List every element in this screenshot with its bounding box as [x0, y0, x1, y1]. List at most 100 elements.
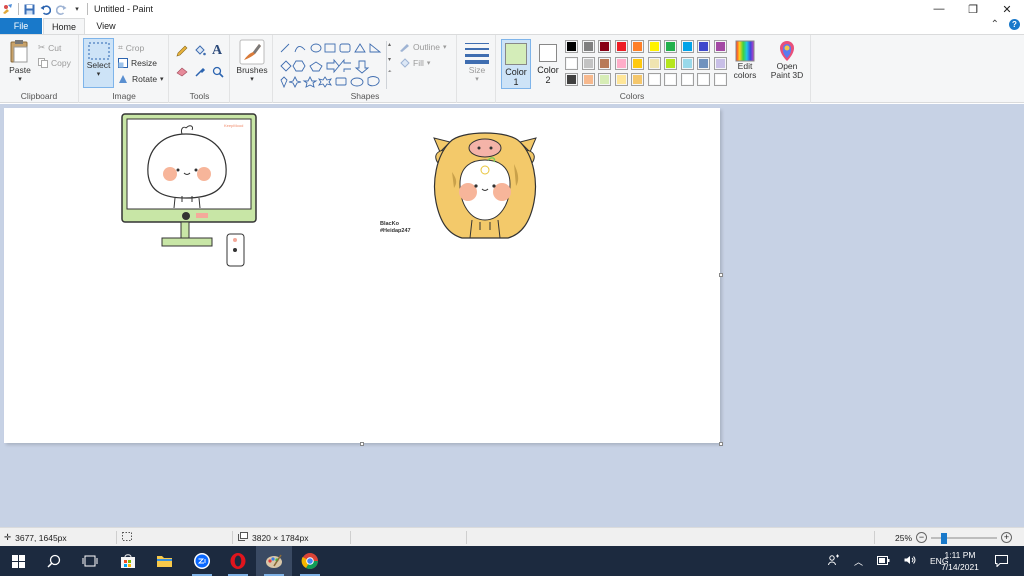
color1-button[interactable]: Color 1 [501, 39, 531, 89]
undo-icon[interactable] [39, 3, 51, 15]
tab-home[interactable]: Home [43, 18, 85, 34]
text-tool-icon[interactable]: A [212, 43, 222, 59]
palette-swatch[interactable] [631, 73, 644, 86]
select-button[interactable]: Select ▾ [83, 38, 114, 88]
palette-swatch[interactable] [598, 56, 611, 70]
save-icon[interactable] [23, 3, 35, 15]
brushes-button[interactable]: Brushes ▾ [235, 39, 269, 83]
palette-swatch[interactable] [614, 73, 628, 86]
zoom-slider-thumb[interactable] [941, 532, 948, 544]
palette-swatch[interactable] [680, 73, 694, 86]
palette-swatch[interactable] [581, 56, 595, 70]
palette-swatch[interactable] [713, 73, 727, 86]
palette-swatch[interactable] [647, 56, 661, 70]
maximize-button[interactable]: ❐ [956, 0, 990, 18]
taskbar-opera[interactable] [220, 546, 256, 576]
palette-swatch[interactable] [565, 40, 578, 53]
paint-taskbar-icon [266, 554, 282, 568]
clock[interactable]: 1:11 PM 7/14/2021 [934, 546, 986, 576]
palette-swatch[interactable] [664, 56, 677, 70]
tab-file[interactable]: File [0, 18, 42, 34]
palette-swatch[interactable] [581, 40, 595, 53]
battery-icon[interactable] [877, 555, 890, 567]
help-icon[interactable]: ? [1009, 19, 1020, 30]
palette-swatch[interactable] [713, 56, 727, 70]
tab-view[interactable]: View [86, 18, 126, 34]
palette-swatch[interactable] [598, 40, 611, 53]
rotate-button[interactable]: Rotate ▾ [118, 74, 164, 84]
palette-swatch[interactable] [631, 56, 644, 70]
brushes-dropdown-icon[interactable]: ▾ [250, 75, 254, 83]
paste-button[interactable]: Paste ▾ [5, 39, 35, 83]
palette-swatch[interactable] [697, 40, 710, 53]
task-view-button[interactable] [72, 546, 108, 576]
eraser-icon[interactable] [176, 67, 188, 77]
crop-button[interactable]: ⌗ Crop [118, 42, 144, 53]
palette-swatch[interactable] [598, 73, 611, 86]
palette-swatch[interactable] [631, 40, 644, 53]
search-button[interactable] [36, 546, 72, 576]
open-paint3d-button[interactable]: Open Paint 3D [767, 40, 807, 80]
palette-swatch[interactable] [614, 56, 628, 70]
palette-swatch[interactable] [713, 40, 727, 53]
paste-dropdown-icon[interactable]: ▾ [18, 75, 22, 83]
color2-button[interactable]: Color 2 [534, 39, 562, 89]
close-button[interactable]: ✕ [990, 0, 1024, 18]
palette-swatch[interactable] [664, 40, 677, 53]
copy-button[interactable]: Copy [38, 58, 71, 68]
people-icon[interactable] [828, 554, 840, 568]
zoom-out-button[interactable]: − [916, 532, 928, 543]
magnifier-icon[interactable] [212, 66, 224, 78]
palette-swatch[interactable] [581, 73, 595, 86]
taskbar-zalo[interactable] [184, 546, 220, 576]
shapes-scroll-down-icon[interactable]: ▾ [388, 56, 394, 63]
collapse-ribbon-icon[interactable]: ⌃ [991, 19, 999, 30]
cut-button[interactable]: ✂ Cut [38, 42, 61, 53]
palette-swatch[interactable] [565, 73, 578, 86]
paint-app-icon[interactable] [2, 3, 14, 15]
palette-swatch[interactable] [680, 40, 694, 53]
palette-swatch[interactable] [647, 40, 661, 53]
select-dropdown-icon[interactable]: ▾ [97, 70, 101, 78]
canvas-resize-handle-bottom[interactable] [360, 442, 364, 446]
palette-swatch[interactable] [664, 73, 677, 86]
shapes-gallery[interactable] [279, 42, 389, 88]
zoom-slider[interactable] [931, 532, 998, 544]
start-button[interactable] [0, 546, 36, 576]
resize-button[interactable]: Resize [118, 58, 157, 68]
taskbar-paint[interactable] [256, 546, 292, 576]
taskbar-chrome[interactable] [292, 546, 328, 576]
outline-button[interactable]: Outline ▾ [399, 42, 446, 52]
redo-icon[interactable] [55, 3, 67, 15]
edit-colors-button[interactable]: Edit colors [731, 40, 759, 80]
rotate-dropdown-icon[interactable]: ▾ [160, 75, 164, 83]
palette-swatch[interactable] [565, 56, 578, 70]
palette-swatch[interactable] [697, 73, 710, 86]
shapes-scrollbar[interactable]: ▴ ▾ ⩡ [386, 41, 394, 89]
copy-label: Copy [51, 58, 71, 68]
palette-swatch[interactable] [697, 56, 710, 70]
show-hidden-icons-icon[interactable]: ︿ [854, 555, 863, 568]
drawing-canvas[interactable]: KeepMood BlacKo #Heidap247 [4, 108, 720, 443]
canvas-resize-handle-right[interactable] [719, 273, 723, 277]
fill-button[interactable]: Fill ▾ [399, 58, 430, 68]
color-picker-icon[interactable] [194, 66, 206, 78]
volume-icon[interactable] [904, 555, 916, 567]
customize-qat-icon[interactable]: ▾ [71, 3, 83, 15]
canvas-workspace[interactable]: KeepMood BlacKo #Heidap247 [0, 104, 1024, 527]
taskbar-file-explorer[interactable] [146, 546, 182, 576]
palette-swatch[interactable] [614, 40, 628, 53]
canvas-resize-handle-corner[interactable] [719, 442, 723, 446]
palette-swatch[interactable] [680, 56, 694, 70]
palette-swatch[interactable] [647, 73, 661, 86]
fill-bucket-icon[interactable] [194, 45, 206, 57]
size-button[interactable]: Size ▾ [462, 41, 492, 83]
tools-group-label: Tools [189, 91, 210, 101]
pencil-icon[interactable] [176, 45, 188, 57]
minimize-button[interactable]: — [922, 0, 956, 18]
taskbar-store[interactable] [110, 546, 146, 576]
shapes-expand-icon[interactable]: ⩡ [388, 69, 394, 76]
zoom-in-button[interactable]: + [1001, 532, 1013, 543]
shapes-scroll-up-icon[interactable]: ▴ [388, 41, 394, 48]
notifications-button[interactable] [990, 546, 1012, 576]
